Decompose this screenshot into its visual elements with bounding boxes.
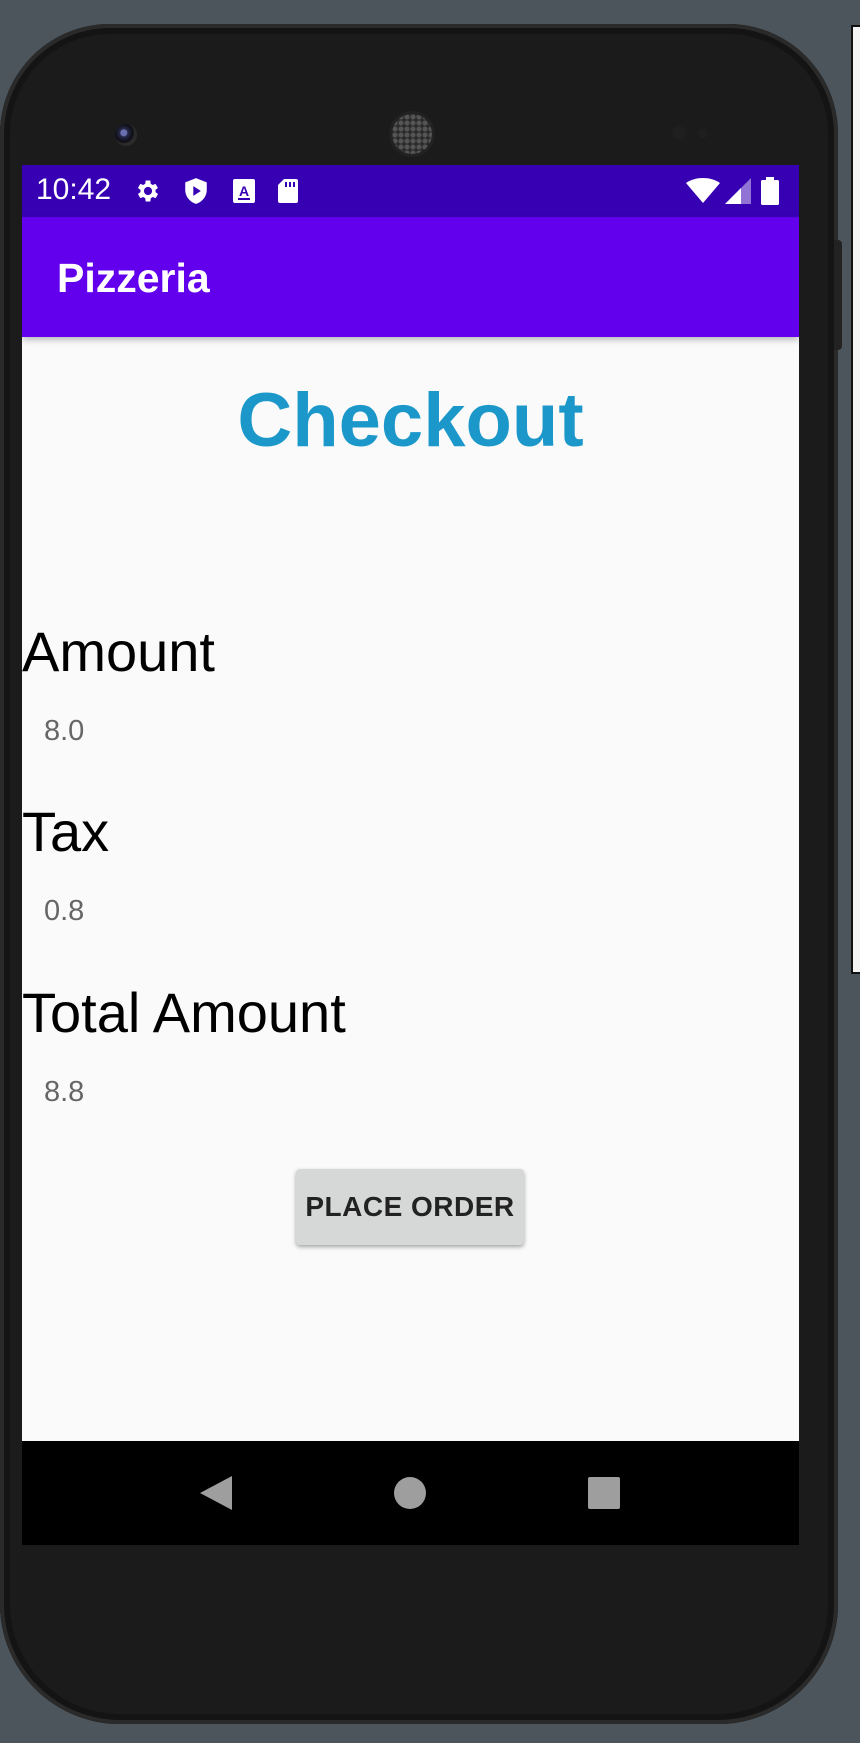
app-bar: Pizzeria bbox=[22, 217, 799, 337]
svg-text:A: A bbox=[239, 183, 249, 199]
recents-icon[interactable] bbox=[584, 1473, 624, 1513]
home-icon[interactable] bbox=[390, 1473, 430, 1513]
proximity-sensor-icon bbox=[672, 126, 686, 140]
a-text-icon: A bbox=[230, 177, 258, 205]
speaker-grille-icon bbox=[392, 114, 432, 154]
battery-icon bbox=[760, 177, 780, 205]
tax-value: 0.8 bbox=[44, 895, 85, 927]
light-sensor-icon bbox=[698, 128, 708, 138]
navigation-bar bbox=[22, 1441, 799, 1545]
amount-label: Amount bbox=[22, 620, 215, 683]
emulator-side-panel bbox=[851, 25, 860, 974]
total-amount-label: Total Amount bbox=[22, 981, 346, 1044]
tax-label: Tax bbox=[22, 800, 110, 863]
gear-icon bbox=[134, 177, 162, 205]
cellular-signal-icon bbox=[724, 177, 752, 205]
status-time: 10:42 bbox=[36, 173, 112, 206]
total-amount-value: 8.8 bbox=[44, 1076, 85, 1108]
back-icon[interactable] bbox=[196, 1473, 236, 1513]
shield-play-icon bbox=[182, 177, 210, 205]
front-camera-icon bbox=[115, 124, 137, 146]
checkout-content: Checkout Amount 8.0 Tax 0.8 Total Amount… bbox=[22, 337, 799, 1437]
volume-button[interactable] bbox=[834, 240, 842, 350]
amount-value: 8.0 bbox=[44, 715, 85, 747]
app-title: Pizzeria bbox=[57, 255, 210, 301]
wifi-icon bbox=[686, 177, 720, 205]
status-bar: 10:42 A bbox=[22, 165, 799, 217]
sd-card-icon bbox=[274, 177, 302, 205]
phone-screen: 10:42 A Pizzeria Checkout Amount 8.0 Tax… bbox=[22, 165, 799, 1545]
place-order-button[interactable]: PLACE ORDER bbox=[296, 1169, 524, 1245]
page-title: Checkout bbox=[237, 378, 584, 463]
device-stage: 10:42 A Pizzeria Checkout Amount 8.0 Tax… bbox=[0, 0, 860, 1743]
